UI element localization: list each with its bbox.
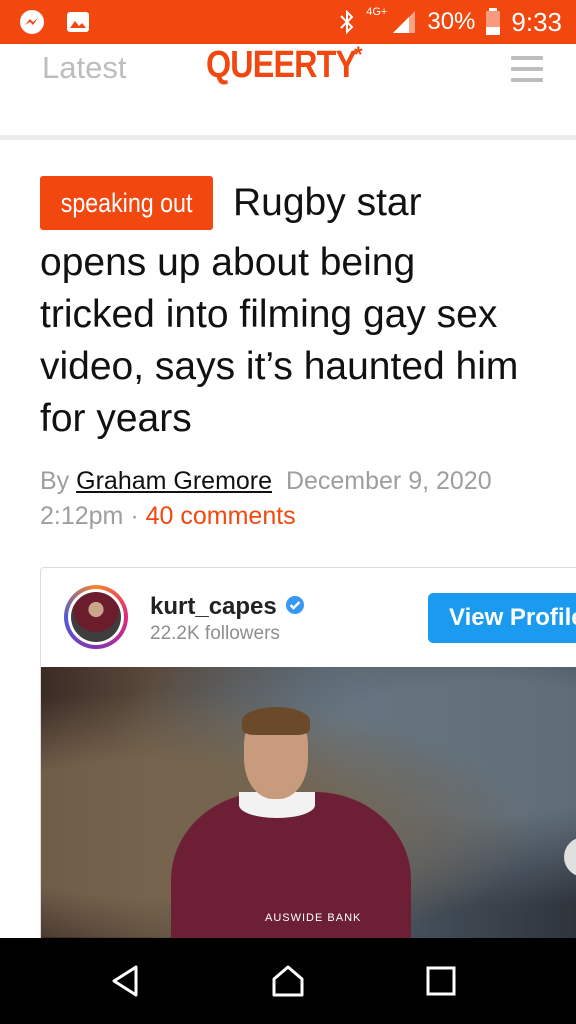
ig-username[interactable]: kurt_capes [150, 593, 277, 621]
hamburger-menu-icon[interactable] [511, 56, 543, 82]
recents-icon[interactable] [423, 963, 459, 999]
jersey-sponsor-text: AUSWIDE BANK [265, 912, 362, 924]
avatar[interactable] [64, 585, 128, 649]
network-type: 4G+ [366, 6, 388, 18]
author-link[interactable]: Graham Gremore [76, 467, 272, 495]
latest-link[interactable]: Latest [42, 50, 126, 86]
header-divider [0, 135, 576, 140]
byline-prefix: By [40, 467, 70, 495]
battery-icon [486, 8, 501, 35]
verified-badge-icon [286, 596, 304, 614]
logo-mark: * [354, 42, 363, 67]
category-tag-label: speaking out [60, 188, 193, 218]
article-title: opens up about being tricked into filmin… [40, 241, 519, 440]
comments-link[interactable]: 40 comments [146, 502, 296, 530]
battery-percent: 30% [427, 8, 476, 35]
navigation-bar [0, 938, 576, 1024]
signal-icon [393, 11, 416, 33]
site-logo[interactable]: QUEERTY [206, 44, 357, 87]
category-tag[interactable]: speaking out [40, 176, 213, 230]
byline-separator: · [130, 502, 139, 530]
view-profile-button[interactable]: View Profile [428, 593, 576, 643]
clock: 9:33 [511, 6, 562, 37]
home-icon[interactable] [270, 963, 306, 999]
ig-followers: 22.2K followers [150, 623, 280, 644]
messenger-icon [20, 10, 44, 34]
status-bar: 4G+ 30% 9:33 [0, 0, 576, 44]
back-icon[interactable] [108, 963, 144, 999]
bluetooth-icon [340, 9, 354, 35]
byline: By Graham Gremore December 9, 2020 2:12p… [40, 464, 540, 534]
article-title-first-line: Rugby star [233, 181, 422, 224]
instagram-embed: kurt_capes 22.2K followers View Profile … [40, 567, 576, 989]
site-header: Latest QUEERTY * [0, 42, 576, 136]
gallery-icon [67, 12, 89, 32]
